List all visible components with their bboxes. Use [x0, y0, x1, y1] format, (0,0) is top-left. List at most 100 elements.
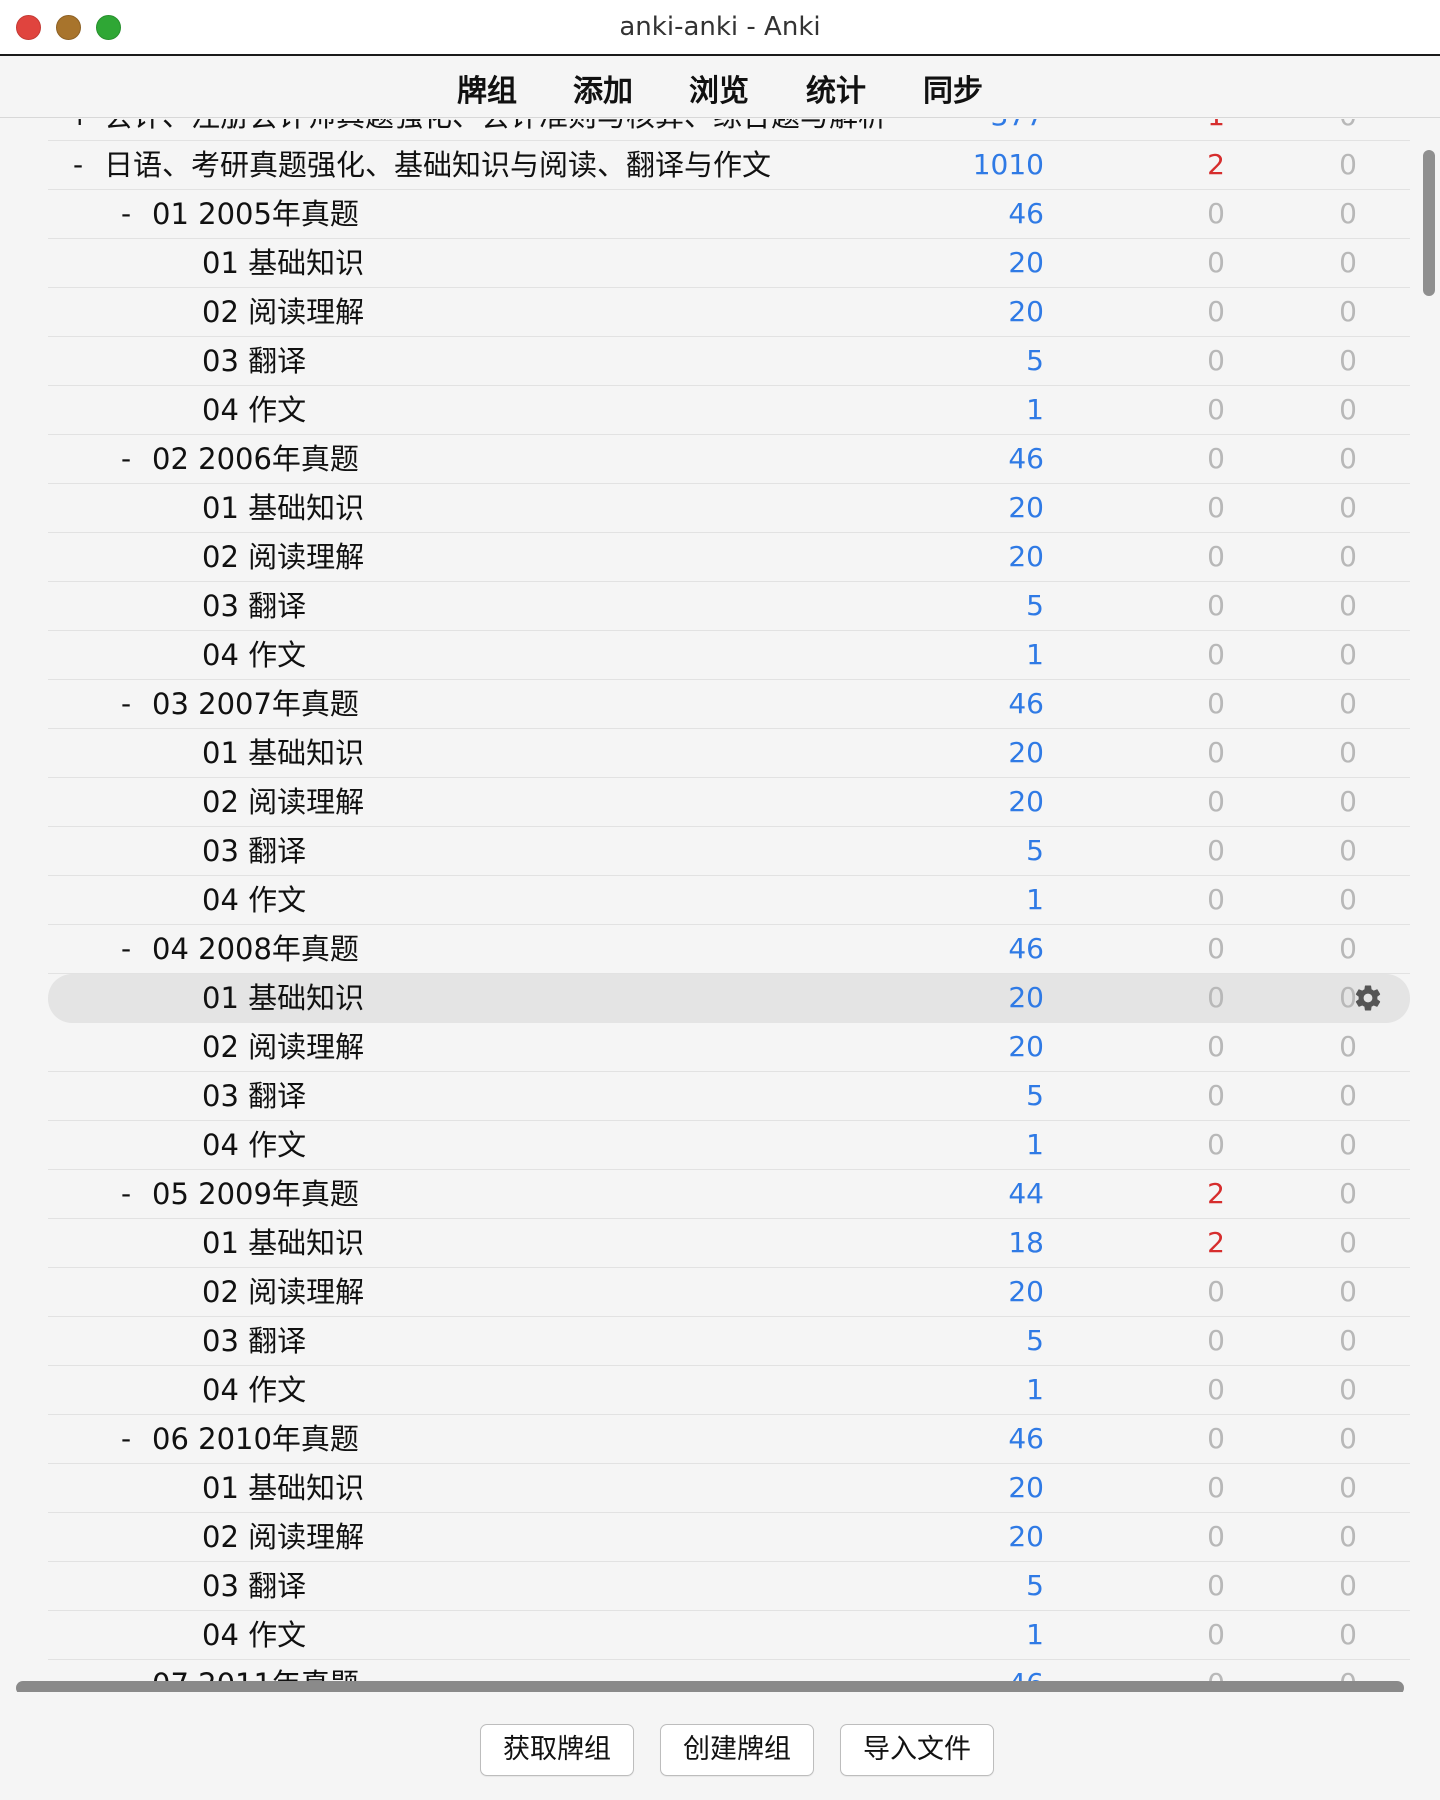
collapse-toggle[interactable]: - [116, 1170, 136, 1218]
import-file-button[interactable]: 导入文件 [840, 1724, 994, 1776]
deck-options-gear-icon[interactable] [1353, 983, 1383, 1013]
learn-count: 2 [1207, 148, 1225, 181]
deck-name[interactable]: 01 基础知识 [202, 1219, 364, 1267]
deck-row[interactable]: -06 2010年真题 46 0 0 [48, 1415, 1410, 1464]
deck-name[interactable]: 01 基础知识 [202, 974, 364, 1022]
deck-name[interactable]: 04 作文 [202, 1611, 306, 1659]
deck-row[interactable]: 03 翻译 5 0 0 [48, 1072, 1410, 1121]
learn-count: 0 [1207, 246, 1225, 279]
toolbar-browse[interactable]: 浏览 [689, 66, 749, 110]
collapse-toggle[interactable]: - [116, 435, 136, 483]
learn-count: 0 [1207, 589, 1225, 622]
expand-toggle[interactable]: + [68, 119, 91, 140]
deck-name[interactable]: 06 2010年真题 [152, 1415, 359, 1463]
deck-name[interactable]: 03 翻译 [202, 1562, 306, 1610]
deck-name[interactable]: 02 阅读理解 [202, 533, 364, 581]
deck-name[interactable]: 01 基础知识 [202, 729, 364, 777]
get-shared-decks-button[interactable]: 获取牌组 [480, 1724, 634, 1776]
deck-name[interactable]: 02 阅读理解 [202, 288, 364, 336]
deck-name[interactable]: 04 作文 [202, 876, 306, 924]
deck-row[interactable]: -05 2009年真题 44 2 0 [48, 1170, 1410, 1219]
toolbar-sync[interactable]: 同步 [923, 66, 983, 110]
main-toolbar: 牌组 添加 浏览 统计 同步 [0, 56, 1440, 118]
deck-name[interactable]: 02 阅读理解 [202, 1268, 364, 1316]
deck-row[interactable]: 01 基础知识 20 0 0 [48, 484, 1410, 533]
deck-name[interactable]: 02 阅读理解 [202, 778, 364, 826]
deck-row[interactable]: -04 2008年真题 46 0 0 [48, 925, 1410, 974]
deck-row[interactable]: 02 阅读理解 20 0 0 [48, 288, 1410, 337]
new-count: 1 [1026, 883, 1044, 916]
deck-name[interactable]: 03 翻译 [202, 582, 306, 630]
deck-row[interactable]: 01 基础知识 20 0 0 [48, 974, 1410, 1023]
deck-row[interactable]: 03 翻译 5 0 0 [48, 827, 1410, 876]
learn-count: 0 [1207, 1275, 1225, 1308]
deck-row[interactable]: + 会计、注册会计师真题强化、会计准则与核算、综合题与解析 377 10 [48, 119, 1410, 141]
deck-row[interactable]: 02 阅读理解 20 0 0 [48, 533, 1410, 582]
deck-row[interactable]: 02 阅读理解 20 0 0 [48, 1513, 1410, 1562]
vertical-scrollbar[interactable] [1423, 150, 1435, 296]
deck-row[interactable]: 04 作文 1 0 0 [48, 876, 1410, 925]
new-count: 5 [1026, 834, 1044, 867]
deck-row[interactable]: 04 作文 1 0 0 [48, 1611, 1410, 1660]
deck-row[interactable]: - 日语、考研真题强化、基础知识与阅读、翻译与作文 1010 2 0 [48, 141, 1410, 190]
deck-name[interactable]: 01 2005年真题 [152, 190, 359, 238]
collapse-toggle[interactable]: - [116, 680, 136, 728]
deck-name[interactable]: 01 基础知识 [202, 484, 364, 532]
deck-name[interactable]: 03 翻译 [202, 827, 306, 875]
deck-row[interactable]: 01 基础知识 18 2 0 [48, 1219, 1410, 1268]
create-deck-button[interactable]: 创建牌组 [660, 1724, 814, 1776]
deck-row[interactable]: -02 2006年真题 46 0 0 [48, 435, 1410, 484]
due-count: 0 [1339, 785, 1357, 818]
deck-row[interactable]: 03 翻译 5 0 0 [48, 1317, 1410, 1366]
new-count: 5 [1026, 589, 1044, 622]
deck-row[interactable]: -03 2007年真题 46 0 0 [48, 680, 1410, 729]
deck-name[interactable]: 会计、注册会计师真题强化、会计准则与核算、综合题与解析 [104, 119, 887, 140]
learn-count: 0 [1207, 442, 1225, 475]
deck-name[interactable]: 03 翻译 [202, 337, 306, 385]
deck-row[interactable]: 02 阅读理解 20 0 0 [48, 1023, 1410, 1072]
deck-row[interactable]: 04 作文 1 0 0 [48, 386, 1410, 435]
collapse-toggle[interactable]: - [116, 925, 136, 973]
deck-row[interactable]: 02 阅读理解 20 0 0 [48, 1268, 1410, 1317]
deck-row[interactable]: 01 基础知识 20 0 0 [48, 1464, 1410, 1513]
collapse-toggle[interactable]: - [116, 190, 136, 238]
deck-name[interactable]: 03 翻译 [202, 1072, 306, 1120]
collapse-toggle[interactable]: - [68, 141, 88, 189]
deck-name[interactable]: 03 翻译 [202, 1317, 306, 1365]
learn-count: 0 [1207, 393, 1225, 426]
deck-row[interactable]: 01 基础知识 20 0 0 [48, 239, 1410, 288]
collapse-toggle[interactable]: - [116, 1415, 136, 1463]
deck-row[interactable]: 04 作文 1 0 0 [48, 1121, 1410, 1170]
deck-name[interactable]: 04 作文 [202, 631, 306, 679]
deck-row[interactable]: 03 翻译 5 0 0 [48, 582, 1410, 631]
new-count: 20 [1008, 1275, 1044, 1308]
deck-name[interactable]: 04 作文 [202, 1121, 306, 1169]
deck-row[interactable]: 04 作文 1 0 0 [48, 631, 1410, 680]
toolbar-stats[interactable]: 统计 [806, 66, 866, 110]
deck-row[interactable]: 03 翻译 5 0 0 [48, 337, 1410, 386]
deck-row[interactable]: 01 基础知识 20 0 0 [48, 729, 1410, 778]
deck-name[interactable]: 02 阅读理解 [202, 1513, 364, 1561]
due-count: 0 [1339, 344, 1357, 377]
deck-row[interactable]: 02 阅读理解 20 0 0 [48, 778, 1410, 827]
deck-name[interactable]: 01 基础知识 [202, 239, 364, 287]
due-count: 0 [1339, 1618, 1357, 1651]
deck-row[interactable]: 04 作文 1 0 0 [48, 1366, 1410, 1415]
toolbar-decks[interactable]: 牌组 [457, 66, 517, 110]
deck-name[interactable]: 02 2006年真题 [152, 435, 359, 483]
deck-name[interactable]: 04 作文 [202, 1366, 306, 1414]
learn-count: 2 [1207, 1226, 1225, 1259]
deck-name[interactable]: 日语、考研真题强化、基础知识与阅读、翻译与作文 [104, 141, 771, 189]
new-count: 46 [1008, 932, 1044, 965]
deck-name[interactable]: 04 2008年真题 [152, 925, 359, 973]
deck-name[interactable]: 01 基础知识 [202, 1464, 364, 1512]
deck-row[interactable]: 03 翻译 5 0 0 [48, 1562, 1410, 1611]
learn-count: 0 [1207, 687, 1225, 720]
deck-name[interactable]: 02 阅读理解 [202, 1023, 364, 1071]
deck-name[interactable]: 04 作文 [202, 386, 306, 434]
anki-main-window: anki-anki - Anki 牌组 添加 浏览 统计 同步 + 会计、注册会计… [0, 0, 1440, 1800]
toolbar-add[interactable]: 添加 [573, 66, 633, 110]
deck-name[interactable]: 05 2009年真题 [152, 1170, 359, 1218]
deck-row[interactable]: -01 2005年真题 46 0 0 [48, 190, 1410, 239]
deck-name[interactable]: 03 2007年真题 [152, 680, 359, 728]
